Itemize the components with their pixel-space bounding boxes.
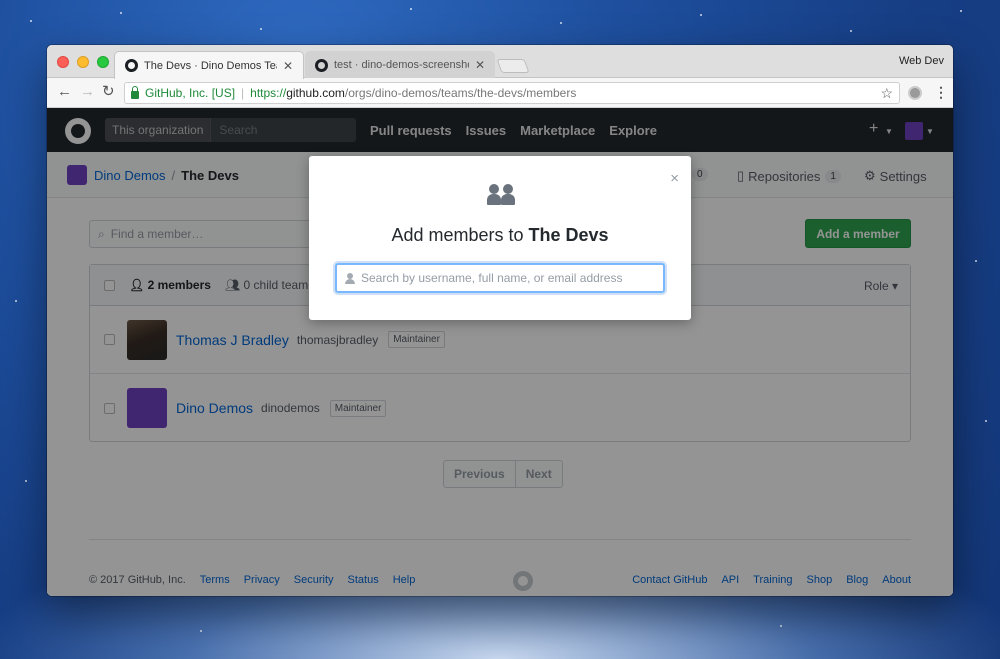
url-divider: | [241, 86, 245, 100]
url-host: github.com [286, 86, 345, 100]
address-bar: ← → ↻ GitHub, Inc. [US] | https://github… [47, 78, 953, 108]
minimize-window-button[interactable] [77, 56, 89, 68]
extension-icon[interactable] [908, 86, 922, 100]
bookmark-star-icon[interactable]: ☆ [880, 85, 893, 102]
browser-window: The Devs · Dino Demos Team ✕ test · dino… [47, 45, 953, 596]
tab-title: The Devs · Dino Demos Team [144, 59, 277, 72]
tab-test-screenshot[interactable]: test · dino-demos-screenshot- ✕ [305, 51, 495, 79]
people-icon [487, 184, 517, 206]
tab-close-icon[interactable]: ✕ [475, 58, 485, 72]
dialog-title-prefix: Add members to [391, 225, 529, 245]
dialog-title: Add members to The Devs [309, 225, 691, 246]
github-favicon-icon [315, 58, 328, 72]
lock-icon [131, 85, 139, 99]
back-arrow-icon[interactable]: ← [57, 84, 72, 100]
tab-close-icon[interactable]: ✕ [283, 59, 293, 73]
forward-arrow-icon[interactable]: → [80, 84, 95, 100]
url-input[interactable]: GitHub, Inc. [US] | https://github.com/o… [124, 82, 900, 104]
reload-icon[interactable]: ↻ [102, 84, 115, 100]
add-members-dialog: × Add members to The Devs Search by user… [309, 156, 691, 320]
url-protocol: https:// [250, 86, 287, 100]
new-tab-button[interactable] [496, 59, 530, 73]
close-icon[interactable]: × [670, 170, 679, 187]
dialog-title-team: The Devs [528, 225, 609, 245]
window-controls [57, 56, 109, 68]
person-icon [345, 272, 355, 284]
member-search-input[interactable]: Search by username, full name, or email … [335, 263, 665, 293]
tab-title: test · dino-demos-screenshot- [334, 59, 469, 71]
close-window-button[interactable] [57, 56, 69, 68]
tab-the-devs[interactable]: The Devs · Dino Demos Team ✕ [114, 51, 304, 79]
member-search-placeholder: Search by username, full name, or email … [361, 271, 623, 285]
url-path: /orgs/dino-demos/teams/the-devs/members [344, 86, 577, 100]
github-page: This organization Search Pull requests I… [47, 108, 953, 596]
browser-menu-icon[interactable]: ⋮ [934, 84, 948, 101]
tab-bar: The Devs · Dino Demos Team ✕ test · dino… [47, 45, 953, 79]
browser-profile-label[interactable]: Web Dev [899, 55, 944, 67]
security-indicator[interactable]: GitHub, Inc. [US] [145, 86, 235, 100]
maximize-window-button[interactable] [97, 56, 109, 68]
github-favicon-icon [125, 59, 138, 72]
